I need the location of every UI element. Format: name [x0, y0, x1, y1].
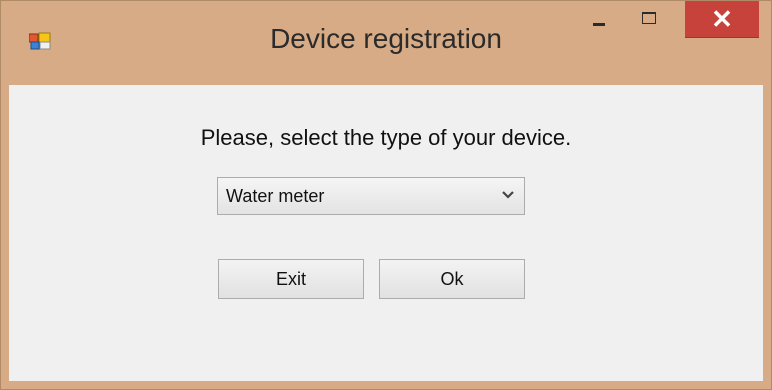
close-icon: ✕	[711, 4, 733, 34]
maximize-icon	[642, 12, 656, 24]
minimize-button[interactable]	[576, 1, 620, 37]
dialog-body: Please, select the type of your device. …	[9, 85, 763, 381]
device-type-dropdown[interactable]: Water meter	[217, 177, 525, 215]
exit-button[interactable]: Exit	[218, 259, 364, 299]
ok-button[interactable]: Ok	[379, 259, 525, 299]
title-bar[interactable]: Device registration ✕	[1, 1, 771, 85]
chevron-down-icon	[502, 191, 514, 199]
close-button[interactable]: ✕	[685, 1, 759, 38]
device-registration-window: Device registration ✕ Please, select the…	[0, 0, 772, 390]
minimize-icon	[593, 23, 605, 26]
select-device-prompt: Please, select the type of your device.	[200, 125, 572, 150]
maximize-button[interactable]	[628, 1, 670, 37]
device-type-selected-value: Water meter	[226, 186, 325, 206]
